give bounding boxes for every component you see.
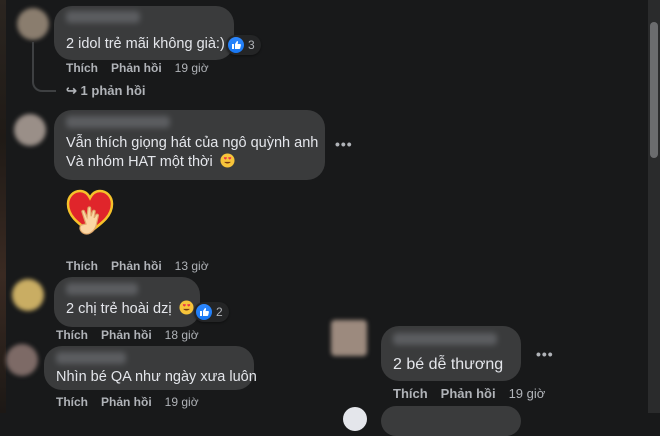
comment-text-line2: Và nhóm HAT một thời: [66, 154, 213, 170]
avatar[interactable]: [331, 320, 367, 356]
reply-button[interactable]: Phản hồi: [111, 61, 162, 75]
like-button[interactable]: Thích: [56, 395, 88, 409]
comment-bubble: [381, 406, 521, 436]
more-options-icon[interactable]: •••: [335, 136, 353, 152]
comment-text: 2 chị trẻ hoài dzị: [66, 301, 172, 317]
timestamp[interactable]: 19 giờ: [175, 61, 209, 75]
background-image-strip: [0, 0, 6, 413]
heart-eyes-emoji-icon: [220, 153, 235, 168]
reply-button[interactable]: Phản hồi: [111, 259, 162, 273]
more-options-icon[interactable]: •••: [536, 346, 554, 362]
like-reaction-icon: [196, 304, 212, 320]
reply-button[interactable]: Phản hồi: [101, 328, 152, 342]
timestamp[interactable]: 18 giờ: [165, 328, 199, 342]
view-replies-link[interactable]: ↪ 1 phản hồi: [66, 83, 146, 99]
reply-button[interactable]: Phản hồi: [441, 386, 496, 401]
comment-actions: Thích Phản hồi 19 giờ: [393, 386, 558, 401]
reaction-badge[interactable]: 2: [194, 302, 229, 322]
comment-actions: Thích Phản hồi 18 giờ: [56, 328, 212, 342]
reaction-count: 3: [248, 38, 255, 52]
like-reaction-icon: [228, 37, 244, 53]
comment-text-line1: Vẫn thích giọng hát của ngô quỳnh anh: [66, 135, 319, 151]
avatar[interactable]: [343, 407, 367, 431]
comment-text: Nhìn bé QA như ngày xưa luôn: [56, 369, 257, 385]
author-name[interactable]: [66, 11, 140, 23]
like-button[interactable]: Thích: [393, 386, 428, 401]
timestamp[interactable]: 19 giờ: [165, 395, 199, 409]
thread-line: [32, 42, 56, 92]
comment-text-wrap: 2 chị trẻ hoài dzị: [66, 300, 194, 319]
like-button[interactable]: Thích: [66, 61, 98, 75]
reaction-badge[interactable]: 3: [226, 35, 261, 55]
comment-text-line2-wrap: Và nhóm HAT một thời: [66, 153, 235, 172]
reply-arrow-icon: ↪: [66, 83, 77, 98]
like-button[interactable]: Thích: [56, 328, 88, 342]
author-name[interactable]: [66, 116, 170, 128]
comment-text: 2 bé dễ thương: [393, 356, 504, 373]
heart-hand-sticker: [64, 186, 116, 246]
comment-actions: Thích Phản hồi 13 giờ: [66, 259, 222, 273]
author-name[interactable]: [393, 333, 497, 345]
timestamp[interactable]: 19 giờ: [509, 386, 546, 401]
like-button[interactable]: Thích: [66, 259, 98, 273]
avatar[interactable]: [12, 279, 44, 311]
heart-eyes-emoji-icon: [179, 300, 194, 315]
comment-actions: Thích Phản hồi 19 giờ: [56, 395, 212, 409]
comment-actions: Thích Phản hồi 19 giờ: [66, 61, 222, 75]
avatar[interactable]: [6, 344, 38, 376]
author-name[interactable]: [56, 352, 126, 364]
comment-text: 2 idol trẻ mãi không già:): [66, 36, 225, 52]
scrollbar-thumb[interactable]: [650, 22, 658, 158]
avatar[interactable]: [14, 114, 46, 146]
author-name[interactable]: [66, 283, 138, 295]
reply-button[interactable]: Phản hồi: [101, 395, 152, 409]
reaction-count: 2: [216, 305, 223, 319]
timestamp[interactable]: 13 giờ: [175, 259, 209, 273]
view-replies-label: 1 phản hồi: [80, 83, 146, 98]
avatar[interactable]: [17, 8, 49, 40]
